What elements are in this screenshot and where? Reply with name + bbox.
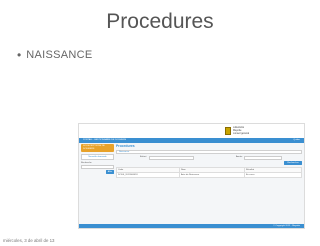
nav-title: PORTAIL - GESTIONNAIRE DE DOSSIERS: [83, 139, 127, 141]
bullet-item: • NAISSANCE: [17, 48, 92, 62]
logout-link[interactable]: Quitter: [293, 138, 300, 143]
search-input[interactable]: [81, 165, 114, 169]
bullet-dot: •: [17, 48, 22, 62]
main-panel: Procedures Naissance Enfant Année Recher…: [116, 144, 302, 178]
field-a-label: Enfant: [140, 156, 147, 158]
section-label: Naissance: [119, 151, 130, 153]
logo-text: collectivité Mayotte conseil général: [233, 126, 249, 135]
table-row[interactable]: DOSS_2013000018 Acte de Naissance En cou…: [116, 172, 302, 178]
table-cell: DOSS_2013000018: [116, 172, 180, 178]
footer-copyright: © Copyright 2013 - Mayotte: [273, 225, 300, 227]
app-header: collectivité Mayotte conseil général: [79, 124, 304, 138]
field-a-input[interactable]: [149, 155, 194, 160]
results-table: Code Nom Résultat DOSS_2013000018 Acte d…: [116, 167, 302, 178]
search-button[interactable]: Aller: [106, 170, 114, 174]
logo-line: conseil général: [233, 132, 250, 135]
field-b-label: Année: [236, 156, 243, 158]
page-title: Procedures: [116, 144, 135, 148]
sidebar-item-nouvelle-demande[interactable]: Nouvelle demande: [81, 154, 114, 160]
table-cell: Acte de Naissance: [179, 172, 245, 178]
slide-footer-date: miércoles, 3 de abril de 13: [3, 238, 55, 243]
section-header: Naissance: [116, 150, 302, 154]
app-screenshot: collectivité Mayotte conseil général POR…: [78, 123, 305, 229]
slide-title: Procedures: [106, 10, 214, 33]
search-submit-button[interactable]: Rechercher: [284, 161, 302, 165]
crest-icon: [225, 126, 231, 135]
search-label: Recherche: [81, 162, 92, 164]
bullet-text: NAISSANCE: [26, 49, 93, 61]
table-cell: En cours: [244, 172, 302, 178]
sidebar: SOUSCRIPTIONS DE DOSSIERS Nouvelle deman…: [81, 144, 114, 175]
sidebar-item-souscriptions[interactable]: SOUSCRIPTIONS DE DOSSIERS: [81, 144, 114, 152]
app-footer: © Copyright 2013 - Mayotte: [79, 224, 304, 228]
field-b-input[interactable]: [244, 155, 282, 160]
app-nav-bar: PORTAIL - GESTIONNAIRE DE DOSSIERS Quitt…: [79, 138, 304, 143]
logo: collectivité Mayotte conseil général: [225, 126, 249, 135]
